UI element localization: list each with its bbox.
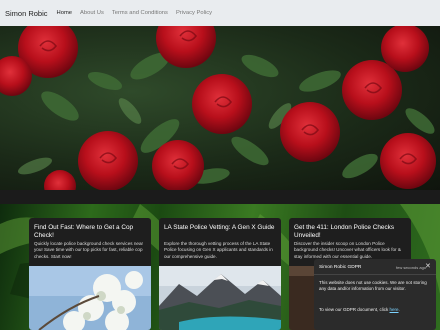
gdpr-link-suffix: . (398, 307, 400, 312)
article-card[interactable]: LA State Police Vetting: A Gen X Guide E… (159, 218, 281, 330)
gdpr-divider (314, 274, 436, 275)
gdpr-link-prefix: To view our GDPR document, click (319, 307, 390, 312)
navbar: Simon Robic Home About Us Terms and Cond… (0, 0, 440, 26)
card-title[interactable]: Find Out Fast: Where to Get a Cop Check! (34, 224, 146, 240)
section-divider (0, 190, 440, 204)
card-image-white-blossoms[interactable] (29, 266, 151, 330)
gdpr-timestamp: few seconds ago (396, 265, 427, 270)
gdpr-link-line: To view our GDPR document, click here. (319, 307, 400, 312)
hero-roses-image (0, 26, 440, 190)
mountain-illustration (159, 266, 281, 330)
blossom-illustration (29, 266, 151, 330)
card-excerpt: Explore the thorough vetting process of … (164, 241, 273, 259)
card-excerpt: Quickly locate police background check s… (34, 241, 144, 259)
card-excerpt: Discover the insider scoop on London Pol… (294, 241, 401, 259)
brand-title[interactable]: Simon Robic (5, 9, 48, 18)
gdpr-message: This website does not use cookies. We ar… (319, 280, 427, 292)
nav-link-about-us[interactable]: About Us (80, 10, 104, 16)
card-title[interactable]: Get the 411: London Police Checks Unveil… (294, 224, 406, 240)
card-title[interactable]: LA State Police Vetting: A Gen X Guide (164, 224, 276, 232)
gdpr-document-link[interactable]: here (390, 307, 399, 312)
roses-illustration (0, 26, 436, 190)
nav-link-home[interactable]: Home (57, 10, 72, 16)
article-card[interactable]: Find Out Fast: Where to Get a Cop Check!… (29, 218, 151, 330)
nav-link-terms[interactable]: Terms and Conditions (112, 10, 168, 16)
nav-links: Home About Us Terms and Conditions Priva… (57, 10, 212, 16)
card-image-mountain-lake[interactable] (159, 266, 281, 330)
gdpr-notice: Simon Robic GDPR few seconds ago ✕ This … (314, 259, 436, 330)
gdpr-title: Simon Robic GDPR (319, 265, 362, 270)
close-icon[interactable]: ✕ (425, 262, 431, 270)
nav-link-privacy-policy[interactable]: Privacy Policy (176, 10, 212, 16)
